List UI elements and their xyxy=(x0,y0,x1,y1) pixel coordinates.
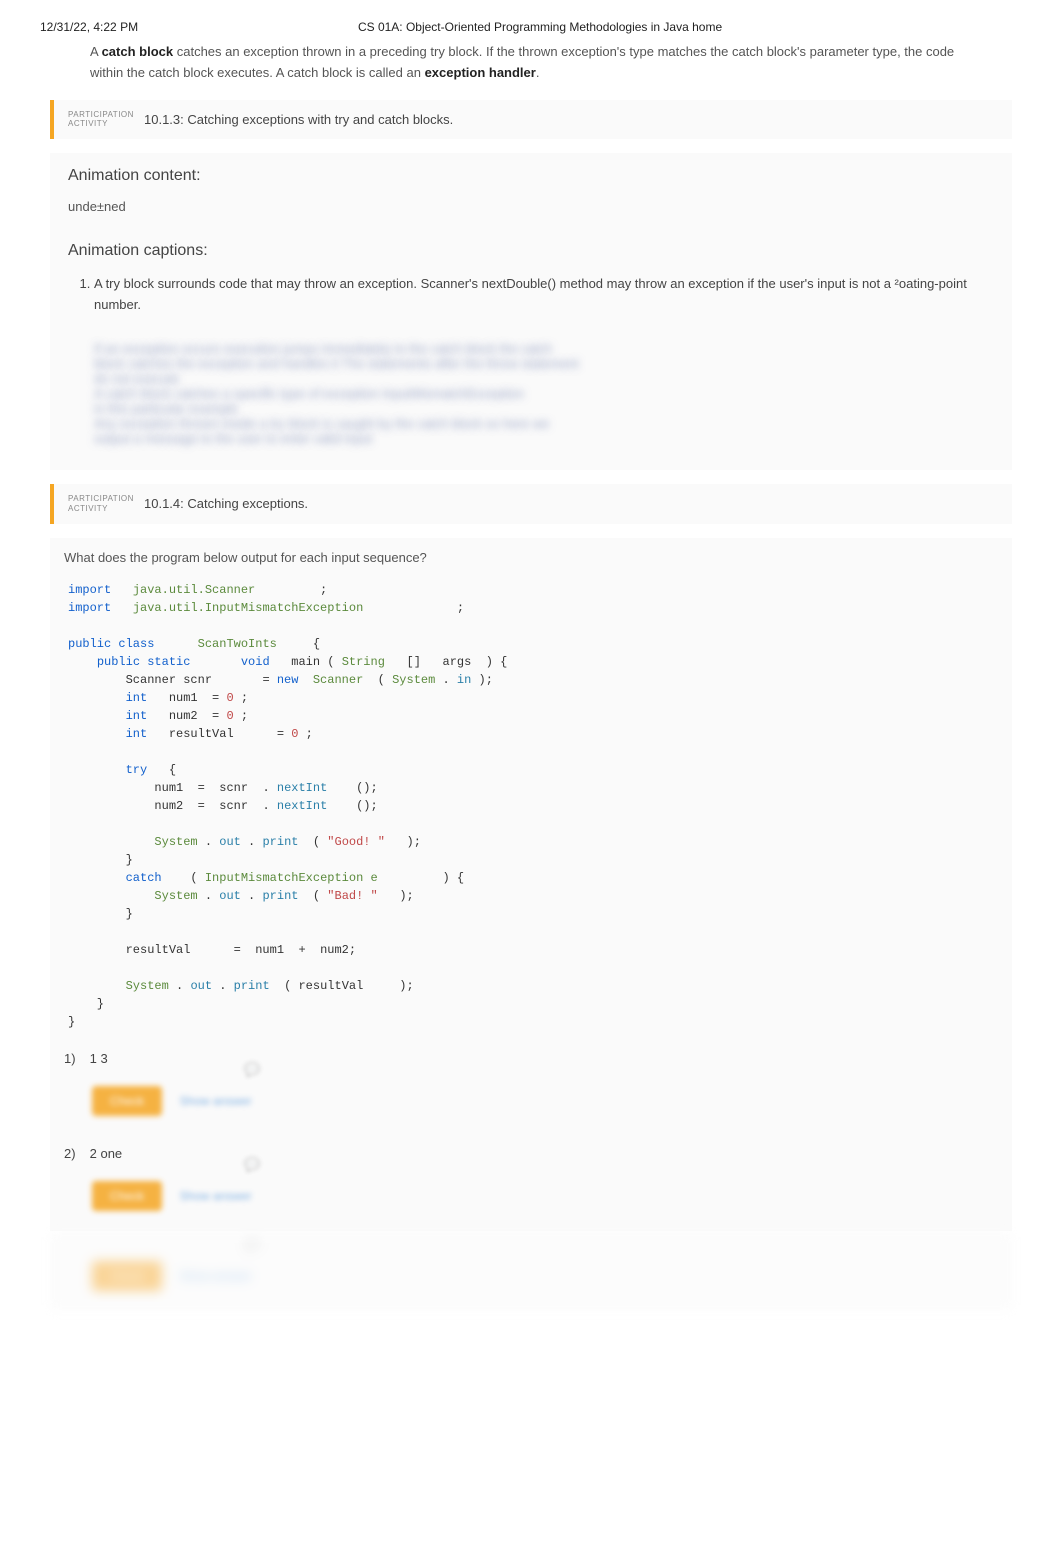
question-3-blurred: 💬 Check Show answer xyxy=(50,1231,1012,1311)
intro-paragraph: A catch block catches an exception throw… xyxy=(50,42,1012,100)
activity-title: 10.1.3: Catching exceptions with try and… xyxy=(144,112,453,127)
blurred-caption: A catch block catches a specific type of… xyxy=(94,386,982,401)
activity-10-1-4: PARTICIPATION ACTIVITY 10.1.4: Catching … xyxy=(50,484,1012,523)
term-catch-block: catch block xyxy=(102,44,174,59)
check-button[interactable]: Check xyxy=(92,1086,162,1116)
animation-content-heading: Animation content: xyxy=(54,153,1012,195)
undefined-text: unde±ned xyxy=(54,195,1012,228)
page-header: 12/31/22, 4:22 PM CS 01A: Object-Oriente… xyxy=(0,0,1062,42)
blurred-caption: If an exception occurs execution jumps i… xyxy=(94,341,982,356)
activity-10-1-3: PARTICIPATION ACTIVITY 10.1.3: Catching … xyxy=(50,100,1012,139)
speech-bubble-icon: 💬 xyxy=(244,1157,262,1171)
blurred-caption: block catches the exception and handles … xyxy=(94,356,982,371)
q-input: 2 one xyxy=(90,1146,123,1161)
blurred-caption: output a message to the user to enter va… xyxy=(94,431,982,446)
animation-box: Animation content: unde±ned Animation ca… xyxy=(50,153,1012,471)
question-2: 2) 2 one 💬 Check Show answer xyxy=(50,1136,1012,1231)
question-1: 1) 1 3 💬 Check Show answer xyxy=(50,1041,1012,1136)
caption-item: A try block surrounds code that may thro… xyxy=(94,274,982,316)
caption-list: A try block surrounds code that may thro… xyxy=(54,270,1012,342)
q-input: 1 3 xyxy=(90,1051,108,1066)
check-button[interactable]: Check xyxy=(92,1181,162,1211)
blurred-caption: in this particular example xyxy=(94,401,982,416)
show-answer-link[interactable]: Show answer xyxy=(180,1269,252,1283)
term-exception-handler: exception handler xyxy=(425,65,536,80)
blurred-caption: Any exception thrown inside a try block … xyxy=(94,416,982,431)
show-answer-link[interactable]: Show answer xyxy=(180,1094,252,1108)
activity-label: PARTICIPATION ACTIVITY xyxy=(68,110,128,129)
code-block: import java.util.Scanner ; import java.u… xyxy=(50,575,1012,1041)
page-title: CS 01A: Object-Oriented Programming Meth… xyxy=(138,20,942,34)
blurred-caption: do not execute xyxy=(94,371,982,386)
animation-captions-heading: Animation captions: xyxy=(54,228,1012,270)
q-number: 1) xyxy=(64,1051,86,1066)
timestamp: 12/31/22, 4:22 PM xyxy=(40,20,138,34)
speech-bubble-icon: 💬 xyxy=(244,1062,262,1076)
q-number: 2) xyxy=(64,1146,86,1161)
activity-label: PARTICIPATION ACTIVITY xyxy=(68,494,128,513)
question-prompt: What does the program below output for e… xyxy=(50,538,1012,575)
activity-title: 10.1.4: Catching exceptions. xyxy=(144,496,308,511)
speech-bubble-icon: 💬 xyxy=(244,1237,262,1251)
check-button[interactable]: Check xyxy=(92,1261,162,1291)
show-answer-link[interactable]: Show answer xyxy=(180,1189,252,1203)
